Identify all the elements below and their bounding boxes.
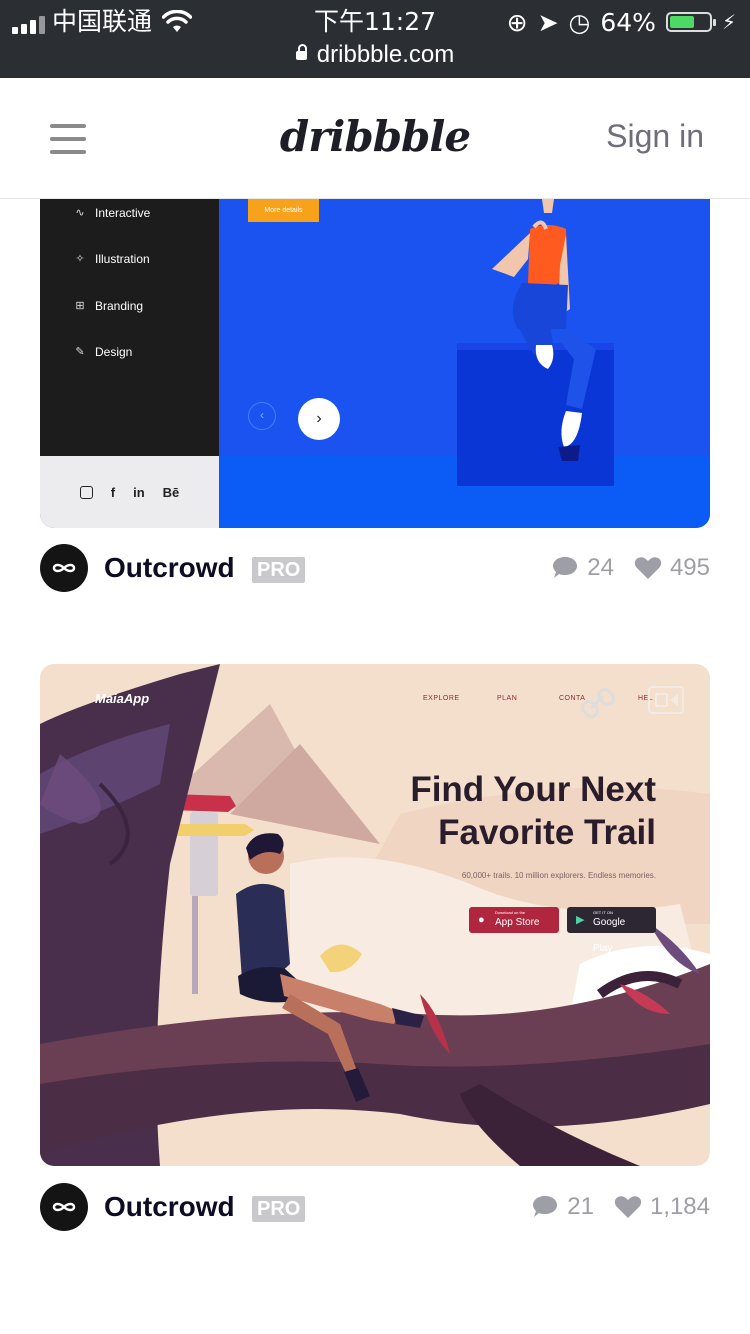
avatar[interactable] [40,1183,88,1231]
pulse-icon: ∿ [75,207,85,219]
shot-card-1[interactable]: ∿ Interactive ✧ Illustration ⊞ Branding ✎ De… [40,199,710,528]
heart-icon[interactable] [614,1195,642,1219]
shot1-menu-branding: ⊞ Branding [75,299,144,313]
author-name[interactable]: Outcrowd [104,1191,235,1223]
shot1-stats: 24 495 [551,552,710,584]
linkedin-icon: in [133,484,145,500]
location-icon: ➤ [537,7,559,37]
play-store-icon: ▶ [576,914,585,926]
link-icon [581,688,615,718]
status-bar: 中国联通 下午11:27 ⊕ ➤ ◷ 64% ⚡ dribbble.com [0,0,750,78]
shot2-subtitle: 60,000+ trails. 10 million explorers. En… [461,871,656,880]
comment-count: 24 [587,554,614,581]
pro-badge: PRO [252,1196,306,1222]
shot2-headline-line1: Find Your Next [410,770,656,809]
alarm-icon: ◷ [568,7,591,37]
avatar[interactable] [40,544,88,592]
google-play-badge: ▶ GET IT ON Google Play [567,907,656,954]
shot2-nav-plan: PLAN [497,695,518,702]
comment-count: 21 [567,1193,594,1220]
shot1-next-icon: › [298,398,340,440]
shot2-headline: Find Your Next Favorite Trail [296,768,656,854]
shot1-menu-design: ✎ Design [75,345,133,359]
shot2-meta: Outcrowd PRO 21 1,184 [40,1183,710,1231]
shot1-figure-illustration [492,199,596,461]
apple-icon: ● [478,914,485,926]
shot1-menu-interactive: ∿ Interactive [75,206,151,220]
lock-icon [295,44,307,60]
wand-icon: ✧ [75,253,85,265]
shot2-headline-line2: Favorite Trail [438,813,656,852]
shot1-more-details: More details [248,199,319,222]
outcrowd-logo-icon [52,563,76,573]
rotation-lock-icon: ⊕ [506,7,528,37]
shot2-nav-explore: EXPLORE [423,695,460,702]
battery-icon [665,12,716,32]
heart-icon[interactable] [634,556,662,580]
address-bar[interactable]: dribbble.com [0,38,750,72]
author-name[interactable]: Outcrowd [104,552,235,584]
shot1-prev-icon: ‹ [248,402,276,430]
shot2-stats: 21 1,184 [531,1191,710,1223]
shot1-social-bar: f in Bē [40,456,219,528]
app-store-badge: ● Download on the App Store [469,907,559,933]
charging-icon: ⚡ [721,10,736,34]
shot1-meta: Outcrowd PRO 24 495 [40,544,710,592]
shot-card-2[interactable]: MaiaApp EXPLORE PLAN CONTA HEL Find Your… [40,664,710,1166]
signin-link[interactable]: Sign in [606,118,704,155]
site-header: dribbble Sign in [0,78,750,199]
battery-percent: 64% [600,7,656,37]
pencil-icon: ✎ [75,346,85,358]
outcrowd-logo-icon [52,1202,76,1212]
facebook-icon: f [110,484,116,500]
instagram-icon [79,485,93,499]
shot1-sidebar: ∿ Interactive ✧ Illustration ⊞ Branding ✎ De… [40,199,219,456]
shot1-menu-illustration: ✧ Illustration [75,252,150,266]
url-text: dribbble.com [316,41,455,68]
maiaapp-logo: MaiaApp [95,691,150,706]
behance-icon: Bē [162,484,180,500]
grid-icon: ⊞ [75,300,85,312]
like-count: 1,184 [649,1193,710,1220]
like-count: 495 [669,554,710,581]
comment-icon [533,1196,558,1217]
comment-icon [553,557,578,578]
video-icon [648,686,684,714]
pro-badge: PRO [252,557,306,583]
